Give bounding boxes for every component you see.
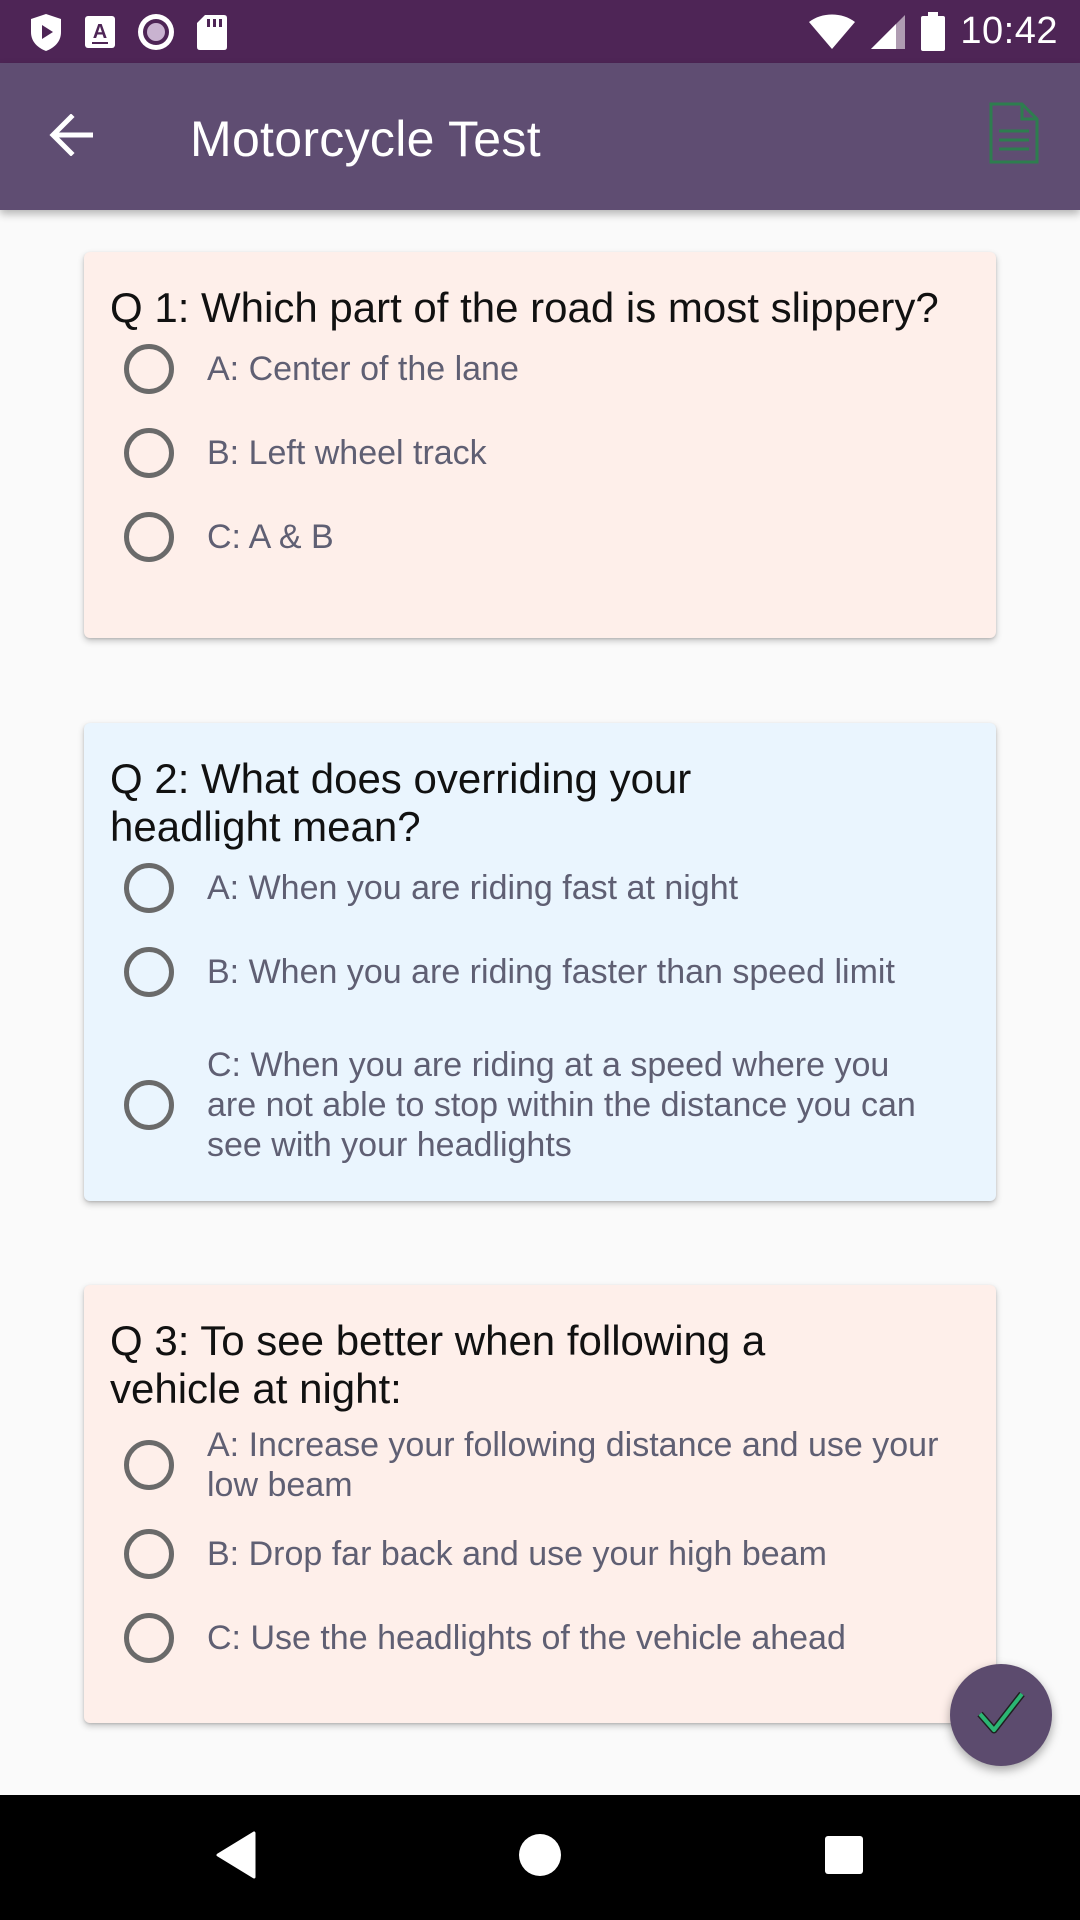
option-row[interactable]: B: Drop far back and use your high beam bbox=[124, 1529, 964, 1579]
question-text: Q 3: To see better when following a vehi… bbox=[110, 1317, 766, 1412]
option-row[interactable]: B: Left wheel track bbox=[124, 428, 964, 478]
option-label: B: Left wheel track bbox=[207, 434, 487, 472]
battery-icon bbox=[920, 11, 946, 52]
radio-button[interactable] bbox=[124, 428, 174, 478]
page-title: Motorcycle Test bbox=[190, 111, 541, 167]
question-text: Q 2: What does overriding your headlight… bbox=[110, 755, 692, 850]
back-triangle-icon bbox=[214, 1831, 258, 1884]
check-icon bbox=[976, 1690, 1026, 1741]
recents-square-icon bbox=[823, 1834, 865, 1881]
back-button[interactable] bbox=[44, 109, 100, 165]
option-row[interactable]: C: When you are riding at a speed where … bbox=[124, 1045, 964, 1165]
option-row[interactable]: C: A & B bbox=[124, 512, 964, 562]
radio-button[interactable] bbox=[124, 1613, 174, 1663]
question-text: Q 1: Which part of the road is most slip… bbox=[110, 284, 939, 331]
option-label: C: When you are riding at a speed where … bbox=[207, 1046, 916, 1164]
option-label: C: A & B bbox=[207, 518, 334, 556]
nav-recents-button[interactable] bbox=[814, 1827, 874, 1887]
home-circle-icon bbox=[517, 1832, 563, 1883]
status-right-icons: 10:42 bbox=[808, 10, 1058, 53]
option-row[interactable]: A: Increase your following distance and … bbox=[124, 1425, 964, 1505]
radio-button[interactable] bbox=[124, 947, 174, 997]
radio-button[interactable] bbox=[124, 863, 174, 913]
option-row[interactable]: B: When you are riding faster than speed… bbox=[124, 947, 964, 997]
nav-home-button[interactable] bbox=[510, 1827, 570, 1887]
questions-list[interactable]: Q 1: Which part of the road is most slip… bbox=[0, 210, 1080, 1795]
svg-text:A: A bbox=[93, 21, 107, 43]
option-label: A: When you are riding fast at night bbox=[207, 869, 739, 907]
document-button[interactable] bbox=[986, 101, 1042, 169]
option-row[interactable]: A: Center of the lane bbox=[124, 344, 964, 394]
system-nav-bar bbox=[0, 1795, 1080, 1920]
option-label: A: Center of the lane bbox=[207, 350, 519, 388]
status-left-icons: A bbox=[28, 10, 228, 53]
option-label: B: When you are riding faster than speed… bbox=[207, 953, 895, 991]
radio-button[interactable] bbox=[124, 1529, 174, 1579]
question-card-3: Q 3: To see better when following a vehi… bbox=[84, 1285, 996, 1723]
record-icon bbox=[136, 12, 176, 52]
status-bar: A 10:42 bbox=[0, 0, 1080, 63]
radio-button[interactable] bbox=[124, 1080, 174, 1130]
play-protect-icon bbox=[28, 12, 64, 52]
question-card-1: Q 1: Which part of the road is most slip… bbox=[84, 252, 996, 638]
signal-icon bbox=[870, 14, 906, 50]
wifi-icon bbox=[808, 14, 856, 50]
nav-back-button[interactable] bbox=[206, 1827, 266, 1887]
document-icon bbox=[988, 101, 1040, 170]
option-label: C: Use the headlights of the vehicle ahe… bbox=[207, 1619, 846, 1657]
option-row[interactable]: A: When you are riding fast at night bbox=[124, 863, 964, 913]
arrow-back-icon bbox=[49, 112, 95, 161]
status-clock: 10:42 bbox=[960, 10, 1058, 52]
font-a-icon: A bbox=[84, 15, 116, 49]
question-card-2: Q 2: What does overriding your headlight… bbox=[84, 723, 996, 1201]
option-label: B: Drop far back and use your high beam bbox=[207, 1535, 827, 1573]
sd-card-icon bbox=[196, 13, 228, 51]
option-row[interactable]: C: Use the headlights of the vehicle ahe… bbox=[124, 1613, 964, 1663]
radio-button[interactable] bbox=[124, 1440, 174, 1490]
radio-button[interactable] bbox=[124, 344, 174, 394]
submit-fab-button[interactable] bbox=[950, 1664, 1052, 1766]
radio-button[interactable] bbox=[124, 512, 174, 562]
option-label: A: Increase your following distance and … bbox=[207, 1426, 939, 1504]
app-bar: Motorcycle Test bbox=[0, 63, 1080, 210]
